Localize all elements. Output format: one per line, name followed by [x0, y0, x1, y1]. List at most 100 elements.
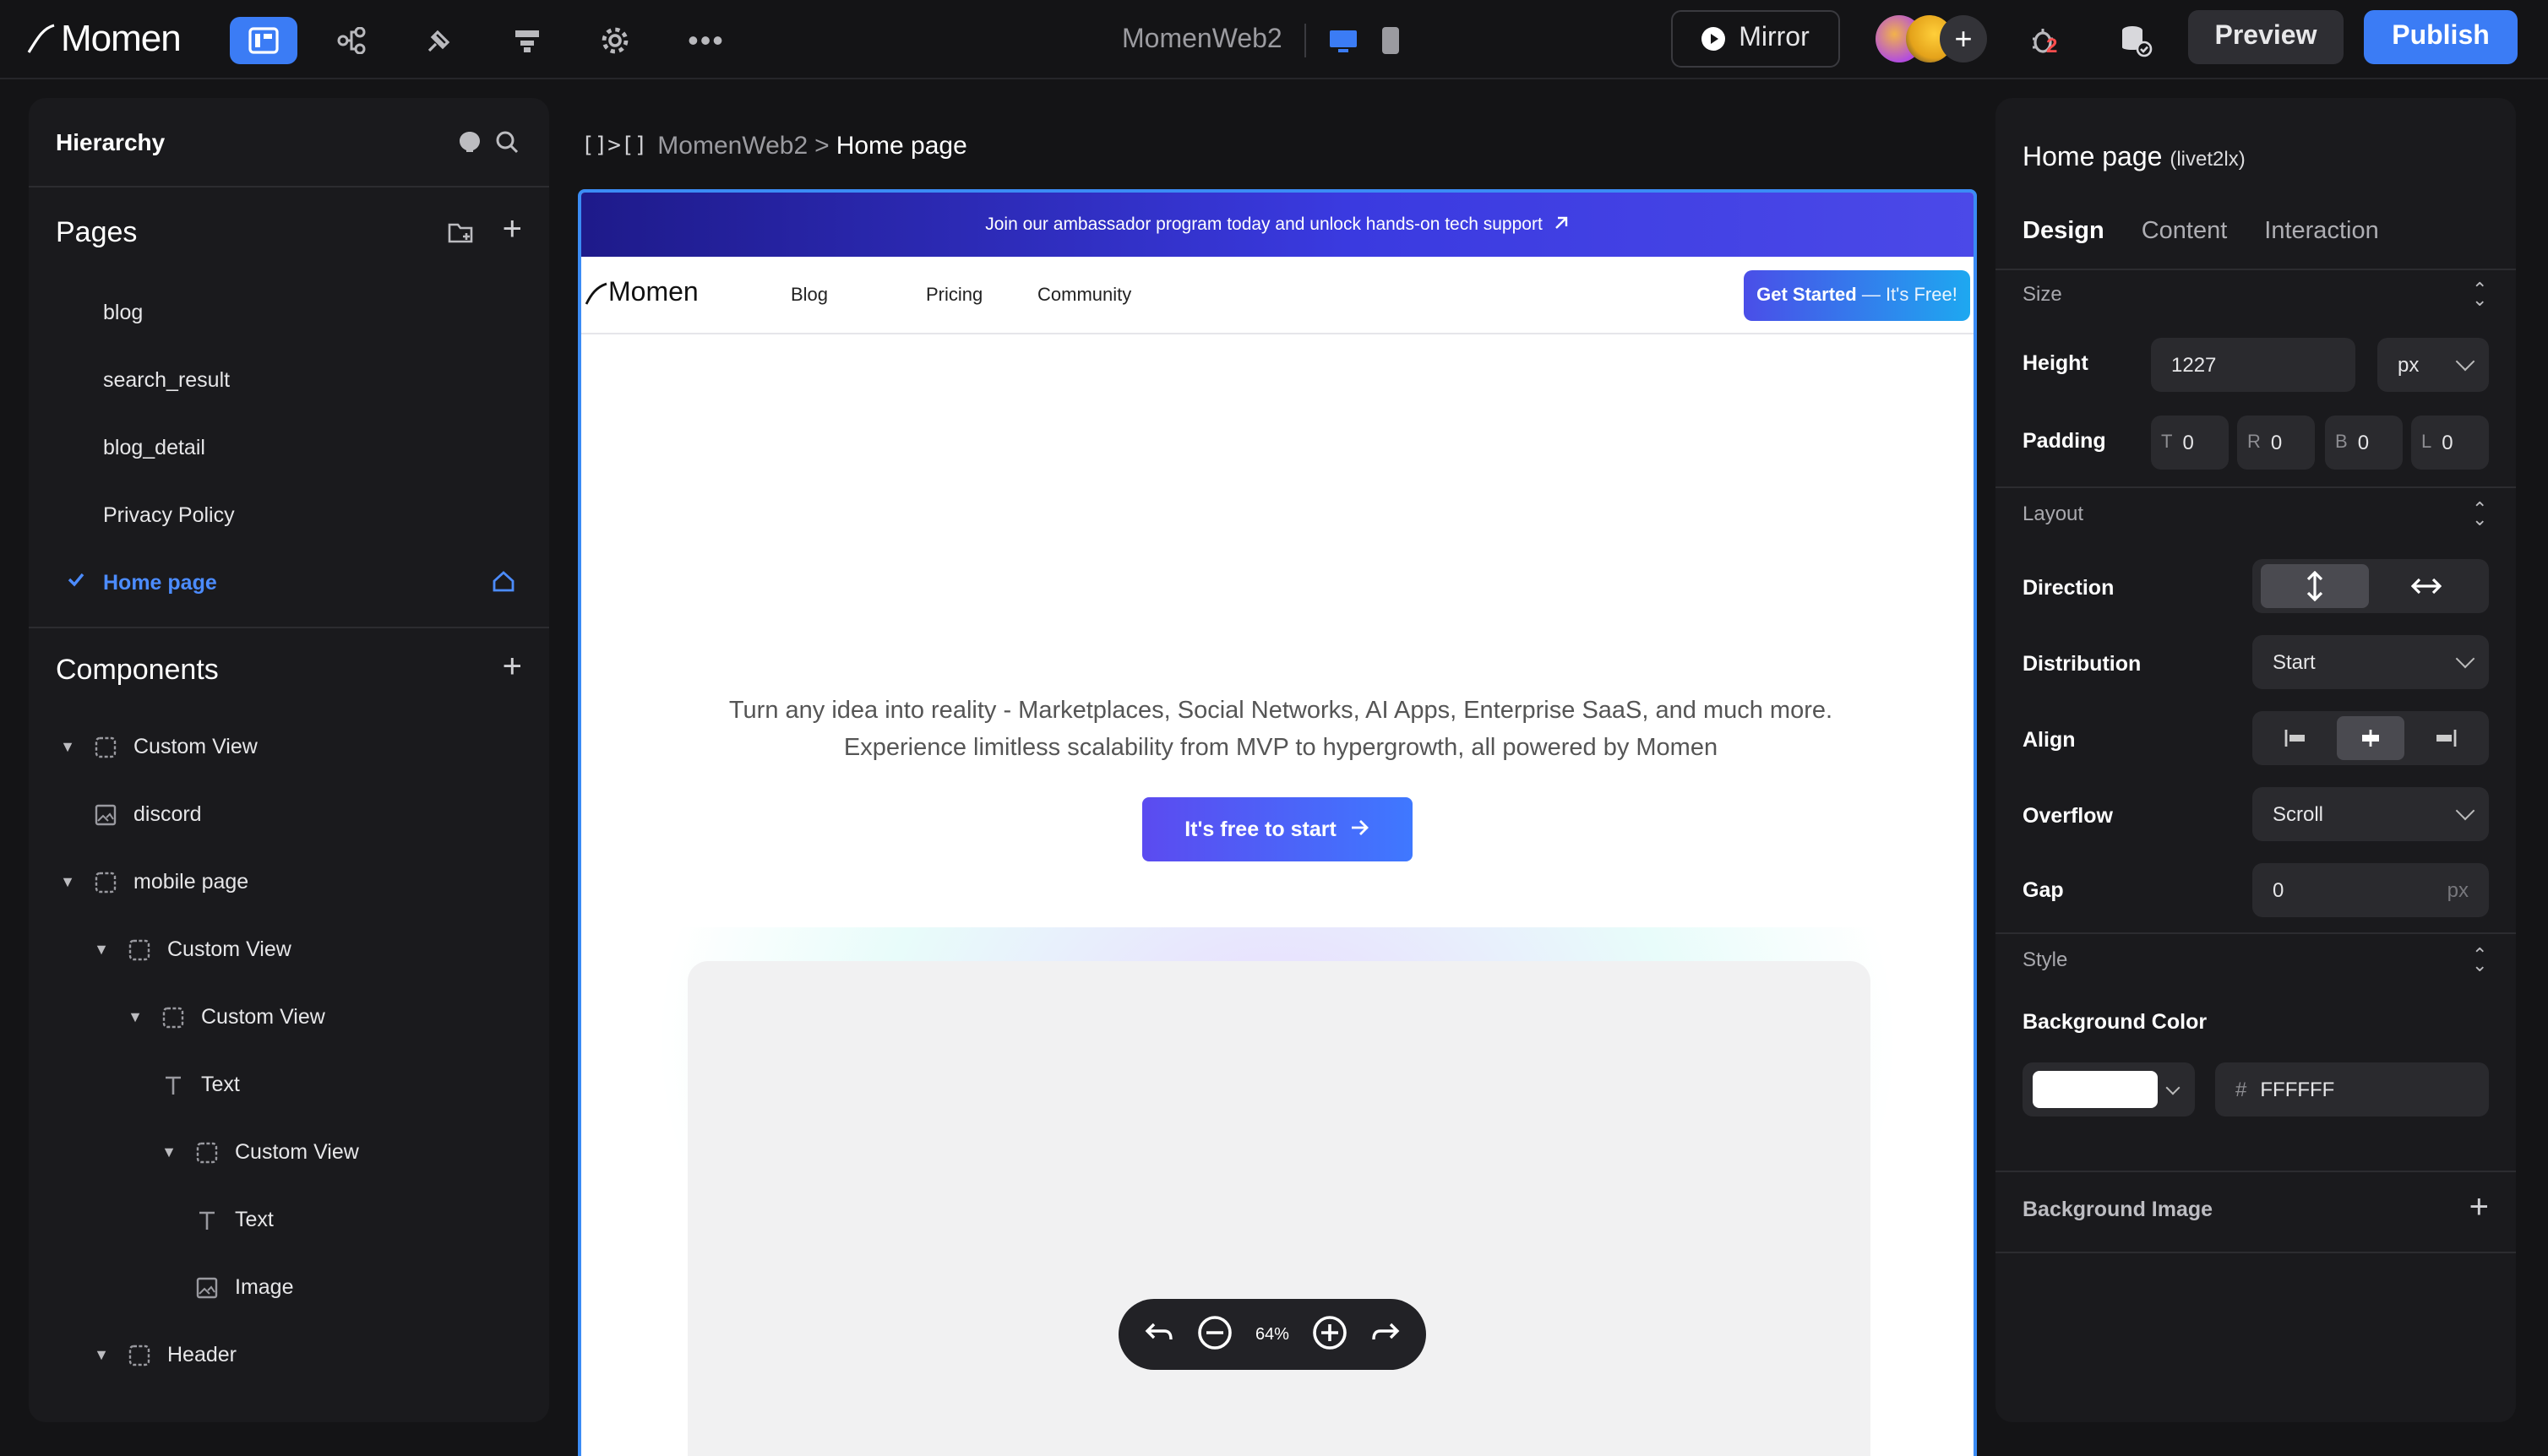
padding-top-input[interactable]: T0	[2151, 416, 2229, 470]
height-input[interactable]: 1227	[2151, 338, 2355, 392]
padding-key: B	[2335, 432, 2348, 453]
layout-section-title: Layout	[2023, 502, 2084, 525]
site-logo[interactable]: Momen	[585, 279, 699, 309]
page-item-blog[interactable]: blog	[29, 279, 549, 346]
component-label: discord	[133, 802, 202, 826]
page-item-privacy-policy[interactable]: Privacy Policy	[29, 481, 549, 549]
caret-down-icon[interactable]: ▼	[93, 941, 110, 958]
component-tree-item[interactable]: ▼ Custom View	[29, 713, 549, 780]
vertical-direction-icon[interactable]	[2261, 564, 2369, 608]
nav-link-community[interactable]: Community	[1037, 285, 1131, 306]
align-end-icon[interactable]	[2411, 716, 2479, 760]
breadcrumb-project[interactable]: MomenWeb2	[657, 132, 808, 160]
mobile-view-icon[interactable]	[1362, 17, 1419, 64]
background-color-hex-input[interactable]: # FFFFFF	[2215, 1062, 2489, 1116]
gap-value: 0	[2273, 878, 2284, 902]
pages-title: Pages	[56, 216, 138, 248]
component-tree-item[interactable]: Text	[29, 1051, 549, 1118]
view-icon	[93, 735, 117, 758]
design-canvas[interactable]: Join our ambassador program today and un…	[578, 189, 1977, 1456]
component-tree-item[interactable]: ▼ mobile page	[29, 848, 549, 915]
caret-down-icon[interactable]: ▼	[93, 1346, 110, 1363]
free-start-button[interactable]: It's free to start	[1142, 797, 1413, 861]
component-tree-item[interactable]: Text	[29, 1186, 549, 1253]
inspector-panel: Home page (livet2lx) Design Content Inte…	[1995, 98, 2516, 1422]
component-tree-item[interactable]: ▼ Custom View	[29, 1118, 549, 1186]
caret-down-icon[interactable]: ▼	[127, 1008, 144, 1025]
background-image-section[interactable]: Background Image +	[1995, 1171, 2516, 1252]
component-tree-item[interactable]: ▼ Custom View	[29, 915, 549, 983]
database-icon[interactable]	[2102, 17, 2170, 64]
component-tree-item[interactable]: Image	[29, 1253, 549, 1321]
align-center-icon[interactable]	[2337, 716, 2404, 760]
code-view-icon[interactable]: []>[]	[581, 133, 647, 159]
text-icon	[194, 1208, 218, 1231]
redo-icon[interactable]	[1371, 1320, 1402, 1349]
tab-design[interactable]: Design	[2023, 218, 2104, 245]
collapse-icon[interactable]: ⌃ ⌄	[2472, 947, 2489, 975]
caret-down-icon[interactable]: ▼	[161, 1144, 177, 1160]
view-icon	[194, 1140, 218, 1164]
add-collaborator-icon[interactable]: +	[1940, 15, 1987, 62]
get-started-button[interactable]: Get Started — It's Free!	[1744, 270, 1970, 321]
breadcrumb-separator: >	[814, 132, 830, 160]
page-item-home-page[interactable]: Home page	[29, 549, 549, 617]
momen-logo[interactable]: Momen	[27, 15, 182, 62]
debug-bug-icon[interactable]: 2	[2011, 17, 2078, 64]
distribution-select[interactable]: Start	[2252, 635, 2489, 689]
undo-icon[interactable]	[1143, 1320, 1173, 1349]
view-icon	[93, 870, 117, 894]
zoom-in-icon[interactable]	[1311, 1313, 1348, 1355]
overflow-select[interactable]: Scroll	[2252, 787, 2489, 841]
add-background-image-icon[interactable]: +	[2469, 1189, 2489, 1228]
search-icon[interactable]	[495, 130, 519, 159]
page-item-blog-detail[interactable]: blog_detail	[29, 414, 549, 481]
data-model-icon[interactable]	[493, 17, 561, 64]
page-item-search-result[interactable]: search_result	[29, 346, 549, 414]
horizontal-direction-icon[interactable]	[2372, 564, 2480, 608]
collapse-icon[interactable]: ⌃ ⌄	[2472, 501, 2489, 530]
add-page-icon[interactable]: +	[503, 211, 522, 250]
caret-down-icon[interactable]: ▼	[59, 738, 76, 755]
component-tree-item[interactable]: ▼ Custom View	[29, 983, 549, 1051]
tab-interaction[interactable]: Interaction	[2264, 218, 2378, 245]
announcement-banner[interactable]: Join our ambassador program today and un…	[581, 193, 1974, 257]
padding-right-input[interactable]: R0	[2237, 416, 2315, 470]
preview-button[interactable]: Preview	[2188, 10, 2344, 64]
caret-down-icon[interactable]: ▼	[59, 873, 76, 890]
plugin-icon[interactable]	[406, 17, 473, 64]
color-swatch	[2033, 1071, 2158, 1108]
add-folder-icon[interactable]	[448, 220, 475, 253]
publish-button[interactable]: Publish	[2364, 10, 2518, 64]
home-icon[interactable]	[492, 569, 515, 598]
tab-content[interactable]: Content	[2142, 218, 2228, 245]
padding-bottom-input[interactable]: B0	[2325, 416, 2403, 470]
pages-view-button[interactable]	[230, 17, 297, 64]
padding-left-input[interactable]: L0	[2411, 416, 2489, 470]
component-tree-item[interactable]: discord	[29, 780, 549, 848]
mirror-button[interactable]: Mirror	[1671, 10, 1840, 68]
nav-link-pricing[interactable]: Pricing	[926, 285, 983, 306]
view-icon	[161, 1005, 184, 1029]
brand-name: Momen	[61, 17, 182, 59]
collaborator-avatars[interactable]: +	[1876, 15, 1987, 62]
component-tree-item[interactable]: ▼ Header	[29, 1321, 549, 1388]
align-start-icon[interactable]	[2262, 716, 2330, 760]
background-color-swatch-picker[interactable]	[2023, 1062, 2195, 1116]
hash-symbol: #	[2235, 1078, 2247, 1101]
nav-link-blog[interactable]: Blog	[791, 285, 828, 306]
more-options-icon[interactable]: •••	[672, 17, 740, 64]
component-label: Text	[201, 1073, 240, 1096]
components-tree: ▼ Custom View discord ▼ mobile page ▼ Custom V…	[29, 713, 549, 1388]
component-label: Custom View	[235, 1140, 359, 1164]
zoom-out-icon[interactable]	[1196, 1313, 1233, 1355]
workflow-icon[interactable]	[318, 17, 385, 64]
collapse-icon[interactable]: ⌃ ⌄	[2472, 281, 2489, 310]
add-component-icon[interactable]: +	[503, 649, 522, 687]
github-icon[interactable]	[458, 130, 482, 159]
height-unit-select[interactable]: px	[2377, 338, 2489, 392]
gap-input[interactable]: 0 px	[2252, 863, 2489, 917]
settings-gear-icon[interactable]	[581, 17, 649, 64]
view-icon	[127, 1343, 150, 1366]
chevron-down-icon	[2455, 801, 2475, 821]
